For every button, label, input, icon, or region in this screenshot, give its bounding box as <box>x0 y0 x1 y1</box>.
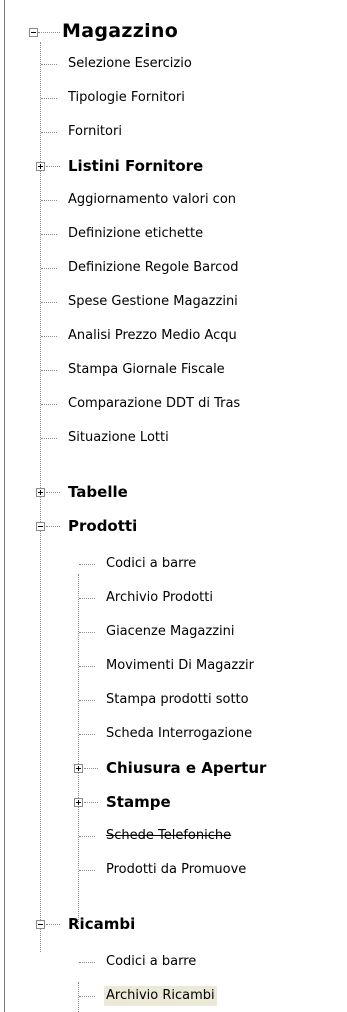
tree-connector-line <box>41 404 57 405</box>
tree-item-fornitori[interactable]: Fornitori <box>68 122 346 142</box>
tree-item-definizione-etichette[interactable]: Definizione etichette <box>68 224 346 244</box>
collapse-icon[interactable] <box>36 522 45 531</box>
tree-connector-line <box>84 768 98 769</box>
tree-item-prodotti[interactable]: Prodotti <box>68 516 346 536</box>
tree-connector-line <box>79 734 95 735</box>
tree-connector-line <box>79 700 95 701</box>
expand-icon[interactable] <box>36 488 45 497</box>
tree-connector-line <box>79 996 95 997</box>
tree-item-stampe[interactable]: Stampe <box>106 792 346 812</box>
tree-connector-line <box>41 302 57 303</box>
tree-connector-line <box>41 438 57 439</box>
collapse-icon[interactable] <box>36 920 45 929</box>
tree-connector-line <box>46 526 60 527</box>
tree-item-archivio-ricambi[interactable]: Archivio Ricambi <box>104 986 217 1006</box>
tree-item-stampa-prodotti-sotto[interactable]: Stampa prodotti sotto <box>106 690 346 710</box>
tree-connector-line <box>38 32 60 33</box>
tree-connector-line <box>78 982 79 1012</box>
tree-item-listini-fornitore[interactable]: Listini Fornitore <box>68 156 346 176</box>
tree-item-giacenze-magazzini[interactable]: Giacenze Magazzini <box>106 622 346 642</box>
tree-item-chiusura-e-apertura[interactable]: Chiusura e Apertur <box>106 758 346 778</box>
tree-item-situazione-lotti[interactable]: Situazione Lotti <box>68 428 346 448</box>
tree-item-analisi-prezzo-medio[interactable]: Analisi Prezzo Medio Acqu <box>68 326 346 346</box>
expand-icon[interactable] <box>74 798 83 807</box>
tree-item-selezione-esercizio[interactable]: Selezione Esercizio <box>68 54 346 74</box>
tree-connector-line <box>78 574 79 924</box>
tree-connector-line <box>46 166 60 167</box>
tree-item-tabelle[interactable]: Tabelle <box>68 482 346 502</box>
tree-connector-line <box>79 666 95 667</box>
tree-left-border <box>4 0 5 1012</box>
tree-item-archivio-prodotti[interactable]: Archivio Prodotti <box>106 588 346 608</box>
tree-item-definizione-regole-barcode[interactable]: Definizione Regole Barcod <box>68 258 346 278</box>
tree-item-scheda-interrogazione[interactable]: Scheda Interrogazione <box>106 724 346 744</box>
tree-connector-line <box>79 962 95 963</box>
tree-connector-line <box>79 836 95 837</box>
tree-connector-line <box>79 870 95 871</box>
tree-connector-line <box>41 200 57 201</box>
tree-item-codici-a-barre[interactable]: Codici a barre <box>106 554 346 574</box>
tree-item-stampa-giornale-fiscale[interactable]: Stampa Giornale Fiscale <box>68 360 346 380</box>
tree-item-aggiornamento-valori[interactable]: Aggiornamento valori con <box>68 190 346 210</box>
tree-connector-line <box>79 564 95 565</box>
tree-item-comparazione-ddt[interactable]: Comparazione DDT di Tras <box>68 394 346 414</box>
tree-connector-line <box>41 64 57 65</box>
tree-item-prodotti-da-promuovere[interactable]: Prodotti da Promuove <box>106 860 346 880</box>
tree-item-ricambi[interactable]: Ricambi <box>68 914 346 934</box>
tree-item-schede-telefoniche[interactable]: Schede Telefoniche <box>106 826 346 846</box>
tree-root-magazzino[interactable]: Magazzino <box>62 21 178 41</box>
tree-connector-line <box>79 598 95 599</box>
tree-item-spese-gestione-magazzini[interactable]: Spese Gestione Magazzini <box>68 292 346 312</box>
expand-icon[interactable] <box>74 764 83 773</box>
tree-connector-line <box>84 802 98 803</box>
tree-connector-line <box>41 268 57 269</box>
tree-connector-line <box>41 370 57 371</box>
tree-connector-line <box>41 132 57 133</box>
tree-connector-line <box>41 336 57 337</box>
tree-item-tipologie-fornitori[interactable]: Tipologie Fornitori <box>68 88 346 108</box>
tree-connector-line <box>41 234 57 235</box>
tree-connector-line <box>79 632 95 633</box>
tree-view: Magazzino Selezione Esercizio Tipologie … <box>0 0 347 1012</box>
collapse-icon[interactable] <box>29 28 38 37</box>
tree-connector-line <box>46 924 60 925</box>
tree-item-ricambi-codici-a-barre[interactable]: Codici a barre <box>106 952 346 972</box>
tree-connector-line <box>40 42 41 952</box>
tree-connector-line <box>46 492 60 493</box>
expand-icon[interactable] <box>36 162 45 171</box>
tree-item-movimenti-di-magazzino[interactable]: Movimenti Di Magazzir <box>106 656 346 676</box>
tree-connector-line <box>41 98 57 99</box>
